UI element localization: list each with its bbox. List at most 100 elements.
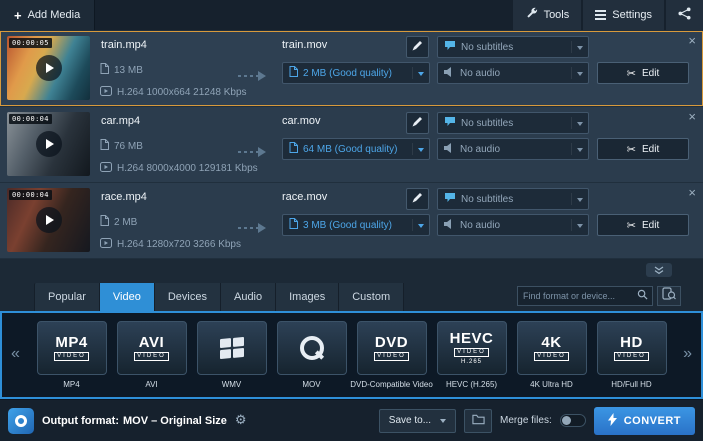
tab-devices[interactable]: Devices: [154, 283, 221, 311]
audio-value: No audio: [460, 143, 501, 155]
top-toolbar: + Add Media Tools Settings: [0, 0, 703, 30]
speaker-icon: [444, 218, 455, 232]
format-tile-wmv[interactable]: WMV: [196, 321, 268, 389]
chevron-down-icon: [440, 418, 447, 423]
format-label: HD/Full HD: [611, 380, 652, 389]
format-tile-avi[interactable]: AVI VIDEO AVI: [116, 321, 188, 389]
collapse-panel-button[interactable]: [646, 263, 672, 277]
audio-dropdown[interactable]: No audio: [437, 62, 589, 84]
pencil-icon: [412, 190, 423, 208]
format-tile-4k[interactable]: 4K VIDEO 4K Ultra HD: [516, 321, 588, 389]
convert-button[interactable]: CONVERT: [593, 406, 695, 435]
media-row-train[interactable]: 00:00:05 train.mp4 13 MB H.264 1000x664 …: [0, 31, 703, 106]
pencil-icon: [412, 114, 423, 132]
merge-files-toggle[interactable]: [559, 414, 586, 427]
convert-arrow-icon: [238, 220, 268, 238]
format-tile-dvd[interactable]: DVD VIDEO DVD-Compatible Video: [350, 321, 433, 389]
tab-images[interactable]: Images: [276, 283, 340, 311]
subtitles-dropdown[interactable]: No subtitles: [437, 112, 589, 134]
audio-dropdown[interactable]: No audio: [437, 214, 589, 236]
device-search-button[interactable]: [657, 286, 681, 306]
tab-audio[interactable]: Audio: [220, 283, 277, 311]
duration-badge: 00:00:05: [9, 38, 52, 48]
speech-bubble-icon: [444, 40, 456, 54]
file-icon: [100, 63, 109, 77]
format-tile-hevc[interactable]: HEVC VIDEO H.265 HEVC (H.265): [436, 321, 508, 389]
format-tabs-bar: Popular Video Devices Audio Images Custo…: [0, 281, 703, 311]
subtitles-dropdown[interactable]: No subtitles: [437, 188, 589, 210]
settings-button[interactable]: Settings: [583, 0, 664, 30]
add-media-label: Add Media: [27, 9, 81, 21]
carousel-left-arrow[interactable]: «: [11, 345, 20, 363]
remove-file-button[interactable]: ×: [688, 34, 696, 47]
video-thumbnail[interactable]: 00:00:04: [7, 112, 90, 176]
format-search-input[interactable]: [518, 291, 637, 301]
search-icon[interactable]: [637, 287, 648, 305]
edit-button[interactable]: ✂ Edit: [597, 138, 689, 160]
chevron-double-down-icon: [654, 266, 664, 274]
subtitles-value: No subtitles: [461, 41, 514, 53]
speaker-icon: [444, 66, 455, 80]
scissors-icon: ✂: [626, 218, 636, 232]
format-search-box[interactable]: [517, 286, 653, 306]
bolt-icon: [607, 412, 617, 429]
tab-video[interactable]: Video: [99, 283, 155, 311]
subtitles-dropdown[interactable]: No subtitles: [437, 36, 589, 58]
tools-button[interactable]: Tools: [512, 0, 582, 30]
remove-file-button[interactable]: ×: [688, 110, 696, 123]
codec-icon: [100, 86, 112, 99]
hd-logo: HD: [620, 334, 643, 351]
output-quality-dropdown[interactable]: 3 MB (Good quality): [282, 214, 430, 236]
duration-badge: 00:00:04: [9, 114, 52, 124]
share-button[interactable]: [666, 0, 703, 30]
app-logo: [8, 407, 34, 434]
play-icon[interactable]: [35, 55, 62, 81]
open-folder-button[interactable]: [464, 408, 493, 433]
add-media-button[interactable]: + Add Media: [0, 0, 96, 30]
media-list: 00:00:05 train.mp4 13 MB H.264 1000x664 …: [0, 30, 703, 259]
format-tile-mp4[interactable]: MP4 VIDEO MP4: [36, 321, 108, 389]
file-icon-blue: [289, 142, 298, 156]
tab-popular[interactable]: Popular: [34, 283, 100, 311]
rename-button[interactable]: [406, 112, 429, 134]
subtitles-value: No subtitles: [461, 117, 514, 129]
edit-label: Edit: [641, 143, 660, 155]
quicktime-logo: [299, 336, 324, 360]
wrench-icon: [525, 7, 538, 23]
media-row-car[interactable]: 00:00:04 car.mp4 76 MB H.264 8000x4000 1…: [0, 107, 703, 182]
output-format-summary: Output format: MOV – Original Size: [42, 414, 227, 427]
output-filename: car.mov: [282, 115, 321, 127]
duration-badge: 00:00:04: [9, 190, 52, 200]
output-quality-dropdown[interactable]: 64 MB (Good quality): [282, 138, 430, 160]
pencil-icon: [412, 38, 423, 56]
format-tile-hd[interactable]: HD VIDEO HD/Full HD: [596, 321, 668, 389]
play-icon[interactable]: [35, 131, 62, 157]
save-to-dropdown[interactable]: Save to...: [378, 408, 457, 433]
merge-files-label: Merge files:: [500, 415, 552, 426]
folder-icon: [471, 412, 485, 430]
remove-file-button[interactable]: ×: [688, 186, 696, 199]
play-icon[interactable]: [35, 207, 62, 233]
media-row-race[interactable]: 00:00:04 race.mp4 2 MB H.264 1280x720 32…: [0, 183, 703, 258]
rename-button[interactable]: [406, 36, 429, 58]
file-icon-blue: [289, 66, 298, 80]
share-icon: [678, 7, 691, 23]
speech-bubble-icon: [444, 116, 456, 130]
output-quality-value: 3 MB (Good quality): [303, 219, 392, 231]
video-thumbnail[interactable]: 00:00:05: [7, 36, 90, 100]
gear-icon[interactable]: ⚙: [235, 414, 247, 427]
rename-button[interactable]: [406, 188, 429, 210]
format-tile-mov[interactable]: MOV: [276, 321, 348, 389]
source-size: 13 MB: [114, 64, 143, 76]
output-quality-value: 2 MB (Good quality): [303, 67, 392, 79]
audio-dropdown[interactable]: No audio: [437, 138, 589, 160]
4k-logo: 4K: [541, 334, 562, 351]
audio-value: No audio: [460, 219, 501, 231]
edit-button[interactable]: ✂ Edit: [597, 214, 689, 236]
carousel-right-arrow[interactable]: »: [683, 345, 692, 363]
format-label: HEVC (H.265): [445, 380, 498, 389]
video-thumbnail[interactable]: 00:00:04: [7, 188, 90, 252]
output-quality-dropdown[interactable]: 2 MB (Good quality): [282, 62, 430, 84]
edit-button[interactable]: ✂ Edit: [597, 62, 689, 84]
tab-custom[interactable]: Custom: [339, 283, 405, 311]
